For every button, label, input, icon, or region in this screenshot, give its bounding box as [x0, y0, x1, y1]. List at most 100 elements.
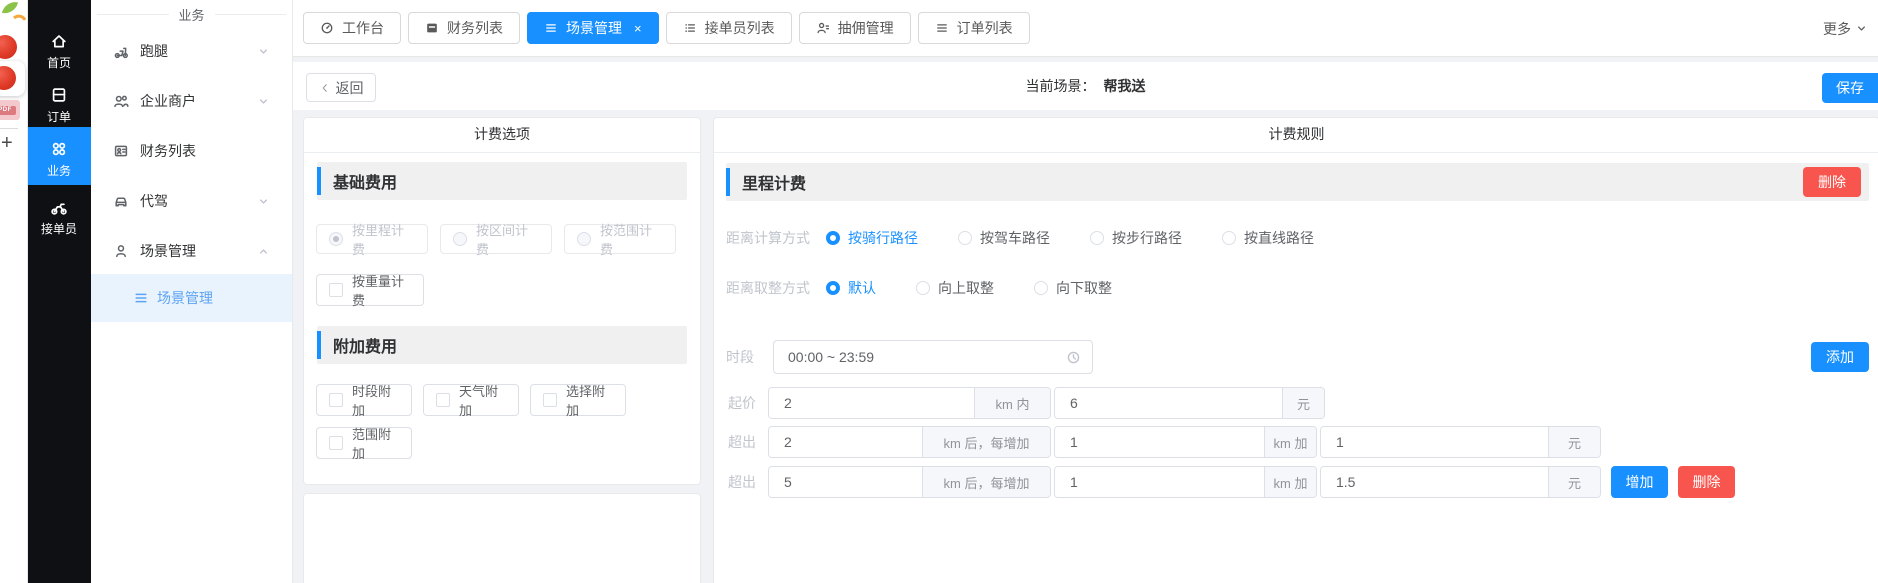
- radio-label: 按步行路径: [1112, 228, 1182, 248]
- fee-field: 1km 加: [1054, 466, 1317, 498]
- red-badge-icon[interactable]: [0, 35, 17, 59]
- fee-value-input[interactable]: 1: [1055, 427, 1264, 457]
- radio-label: 按骑行路径: [848, 228, 918, 248]
- order-icon: [50, 86, 68, 104]
- radio-按直线路径[interactable]: 按直线路径: [1222, 228, 1314, 248]
- radio-option-按里程计费: 按里程计费: [316, 224, 428, 254]
- option-label: 天气附加: [459, 381, 506, 419]
- card-icon: [425, 21, 439, 35]
- fee-value-input[interactable]: 1.5: [1321, 467, 1548, 497]
- checkbox-option-按重量计费[interactable]: 按重量计费: [316, 274, 424, 306]
- tab-label: 工作台: [342, 18, 384, 38]
- radio-label: 向下取整: [1056, 278, 1112, 298]
- fee-addon: 元: [1548, 467, 1600, 497]
- tab-label: 场景管理: [566, 18, 622, 38]
- radio-label: 默认: [848, 278, 876, 298]
- close-icon[interactable]: ×: [634, 22, 642, 35]
- billing-rules-panel: 计费规则 里程计费 删除 距离计算方式按骑行路径按驾车路径按步行路径按直线路径距…: [713, 117, 1878, 583]
- checkbox-option-范围附加[interactable]: 范围附加: [316, 427, 412, 459]
- leaf-logo-icon[interactable]: [0, 0, 26, 25]
- fee-value-input[interactable]: 1: [1055, 467, 1264, 497]
- empty-panel: [303, 493, 701, 583]
- section-附加费用: 附加费用: [317, 326, 687, 364]
- radio-label: 按驾车路径: [980, 228, 1050, 248]
- sidebar-item-订单[interactable]: 订单: [27, 80, 91, 124]
- radio-按驾车路径[interactable]: 按驾车路径: [958, 228, 1050, 248]
- section-基础费用: 基础费用: [317, 162, 687, 200]
- chevron-down-icon: [257, 45, 270, 58]
- fee-value-input[interactable]: 2: [769, 427, 922, 457]
- tab-接单员列表[interactable]: 接单员列表: [666, 12, 792, 44]
- option-label: 按范围计费: [600, 220, 663, 258]
- fee-row-label: 超出: [728, 472, 760, 492]
- option-label: 按里程计费: [352, 220, 415, 258]
- radio-row-label: 距离计算方式: [726, 228, 810, 248]
- car-icon: [113, 193, 131, 209]
- radio-row-距离取整方式: 距离取整方式默认向上取整向下取整: [726, 276, 1152, 300]
- save-button[interactable]: 保存: [1822, 73, 1878, 103]
- fee-field: 2km 内: [768, 387, 1051, 419]
- fee-row-1: 起价2km 内6元: [726, 387, 1325, 419]
- radio-按步行路径[interactable]: 按步行路径: [1090, 228, 1182, 248]
- tab-抽佣管理[interactable]: 抽佣管理: [799, 12, 911, 44]
- pdf-icon[interactable]: PDF: [0, 100, 20, 120]
- radio-icon: [826, 231, 840, 245]
- person-lines-icon: [816, 21, 830, 35]
- more-label: 更多: [1823, 19, 1851, 39]
- section-accent-bar: [317, 167, 321, 195]
- tab-工作台[interactable]: 工作台: [303, 12, 401, 44]
- fee-row-label: 起价: [728, 393, 760, 413]
- submenu-item-企业商户[interactable]: 企业商户: [91, 76, 292, 126]
- checkbox-option-天气附加[interactable]: 天气附加: [423, 384, 519, 416]
- tab-订单列表[interactable]: 订单列表: [918, 12, 1030, 44]
- add-time-button[interactable]: 添加: [1811, 342, 1869, 372]
- fee-value-input[interactable]: 5: [769, 467, 922, 497]
- plus-icon[interactable]: +: [1, 133, 13, 153]
- fee-value-input[interactable]: 2: [769, 388, 974, 418]
- checkbox-option-时段附加[interactable]: 时段附加: [316, 384, 412, 416]
- more-menu[interactable]: 更多: [1823, 0, 1868, 57]
- delete-section-button[interactable]: 删除: [1803, 167, 1861, 197]
- checkbox-icon: [436, 393, 450, 407]
- fee-value-input[interactable]: 1: [1321, 427, 1548, 457]
- section-title: 里程计费: [742, 170, 806, 194]
- submenu-item-财务列表[interactable]: 财务列表: [91, 126, 292, 176]
- radio-row-距离计算方式: 距离计算方式 按骑行路径 按驾车路径 按步行路径 按直线路径: [726, 226, 1354, 250]
- fee-addon: km 加: [1264, 467, 1316, 497]
- time-range-input[interactable]: 00:00 ~ 23:59: [773, 340, 1093, 374]
- radio-默认[interactable]: 默认: [826, 278, 876, 298]
- radio-option-按区间计费: 按区间计费: [440, 224, 552, 254]
- back-button[interactable]: 返回: [306, 73, 376, 102]
- list-dots-icon: [683, 21, 697, 35]
- sidebar-item-接单员[interactable]: 接单员: [27, 192, 91, 236]
- tab-label: 订单列表: [957, 18, 1013, 38]
- add-fee-row-button[interactable]: 增加: [1611, 466, 1668, 498]
- options-group: 时段附加 天气附加选择附加范围附加: [316, 384, 690, 459]
- radio-label: 向上取整: [938, 278, 994, 298]
- sidebar-item-业务[interactable]: 业务: [27, 127, 91, 185]
- main-area: 工作台 财务列表 场景管理 × 接单员列表 抽佣管理 订单列表 更多 返回 当前场景： 帮我…: [293, 0, 1878, 583]
- tab-财务列表[interactable]: 财务列表: [408, 12, 520, 44]
- submenu-item-label: 跑腿: [140, 41, 168, 61]
- delete-fee-row-button[interactable]: 删除: [1678, 466, 1735, 498]
- tab-场景管理[interactable]: 场景管理 ×: [527, 12, 659, 44]
- checkbox-option-选择附加[interactable]: 选择附加: [530, 384, 626, 416]
- submenu-item-代驾[interactable]: 代驾: [91, 176, 292, 226]
- fee-field: 1.5元: [1320, 466, 1601, 498]
- sidebar-subitem-scene-management-active[interactable]: 场景管理: [91, 274, 292, 322]
- radio-向上取整[interactable]: 向上取整: [916, 278, 994, 298]
- tab-label: 抽佣管理: [838, 18, 894, 38]
- fee-value-input[interactable]: 6: [1055, 388, 1282, 418]
- submenu-item-跑腿[interactable]: 跑腿: [91, 26, 292, 76]
- current-scene: 当前场景： 帮我送: [1026, 76, 1146, 96]
- time-range-label: 时段: [726, 347, 756, 367]
- checkbox-icon: [329, 436, 343, 450]
- fee-field: 5km 后，每增加: [768, 466, 1051, 498]
- submenu-item-场景管理[interactable]: 场景管理: [91, 226, 292, 276]
- radio-向下取整[interactable]: 向下取整: [1034, 278, 1112, 298]
- fee-addon: 元: [1548, 427, 1600, 457]
- sidebar-item-首页[interactable]: 首页: [27, 26, 91, 70]
- fee-fields: 5km 后，每增加1km 加1.5元: [768, 466, 1601, 498]
- radio-按骑行路径[interactable]: 按骑行路径: [826, 228, 918, 248]
- scene-value: 帮我送: [1104, 76, 1146, 96]
